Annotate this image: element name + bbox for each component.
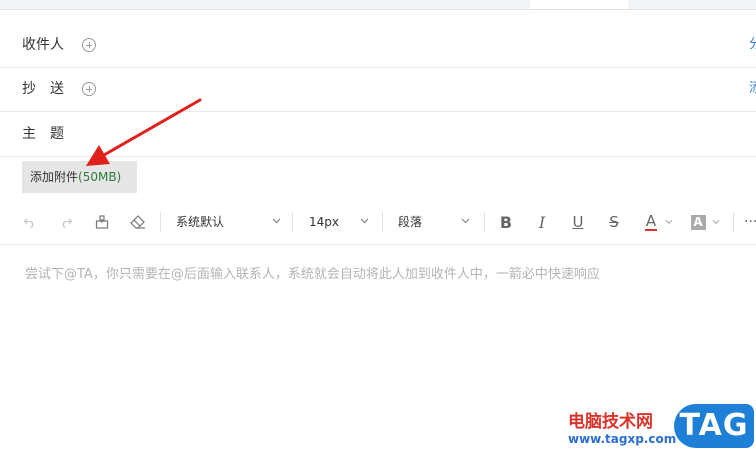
font-size-select[interactable]: 14px xyxy=(309,200,369,244)
cc-row-right-link[interactable]: 添 xyxy=(749,67,756,111)
font-color-bar xyxy=(645,229,657,231)
toolbar-separator xyxy=(484,212,485,232)
font-color-icon[interactable]: A xyxy=(642,200,660,244)
add-cc-plus-icon[interactable] xyxy=(82,82,96,96)
cc-row: 抄 送 添 xyxy=(0,67,756,112)
chevron-down-icon[interactable] xyxy=(665,219,673,225)
to-label: 收件人 xyxy=(22,37,64,53)
bold-icon[interactable]: B xyxy=(496,200,516,244)
subject-row[interactable]: 主 题 xyxy=(0,112,756,157)
editor-placeholder[interactable]: 尝试下@TA，你只需要在@后面输入联系人，系统就会自动将此人加到收件人中，一箭必… xyxy=(25,263,600,282)
font-size-value: 14px xyxy=(309,215,339,229)
add-recipient-plus-icon[interactable] xyxy=(82,38,96,52)
to-row: 收件人 分 xyxy=(0,23,756,68)
paragraph-value: 段落 xyxy=(398,215,423,229)
to-row-right-link[interactable]: 分 xyxy=(749,23,756,67)
attachment-size-limit: (50MB) xyxy=(78,170,122,184)
underline-icon[interactable]: U xyxy=(568,200,588,244)
font-family-value: 系统默认 xyxy=(176,215,225,229)
strikethrough-icon[interactable]: S xyxy=(604,200,624,244)
tag-logo: TAG xyxy=(674,404,754,448)
window-top-bar xyxy=(0,0,756,10)
watermark-site-name: 电脑技术网 xyxy=(568,412,653,432)
active-tab-area[interactable] xyxy=(530,0,628,9)
toolbar-separator xyxy=(733,212,734,232)
italic-icon[interactable]: I xyxy=(532,200,552,244)
undo-icon[interactable] xyxy=(20,200,40,244)
toolbar-separator xyxy=(292,212,293,232)
background-color-icon[interactable]: A xyxy=(689,200,707,244)
cc-label: 抄 送 xyxy=(22,81,64,97)
subject-label: 主 题 xyxy=(22,126,64,142)
add-attachment-label: 添加附件 xyxy=(30,170,79,184)
format-painter-icon[interactable] xyxy=(92,200,112,244)
add-attachment-button[interactable]: 添加附件(50MB) xyxy=(22,161,137,193)
chevron-down-icon xyxy=(272,218,281,224)
chevron-down-icon xyxy=(360,218,369,224)
chevron-down-icon xyxy=(461,218,470,224)
more-icon[interactable]: ··· xyxy=(744,200,756,244)
redo-icon[interactable] xyxy=(56,200,76,244)
chevron-down-icon[interactable] xyxy=(712,219,720,225)
toolbar-separator xyxy=(160,212,161,232)
paragraph-select[interactable]: 段落 xyxy=(398,200,472,244)
watermark-url: www.tagxp.com xyxy=(568,432,677,446)
eraser-icon[interactable] xyxy=(128,200,148,244)
font-family-select[interactable]: 系统默认 xyxy=(176,200,284,244)
toolbar-separator xyxy=(382,212,383,232)
editor-toolbar: 系统默认 14px 段落 B I U S A A ··· xyxy=(0,200,756,245)
